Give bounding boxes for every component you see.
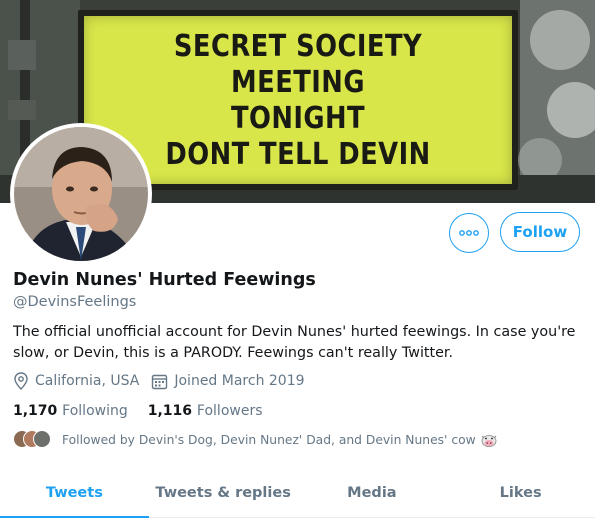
- cow-icon: [481, 435, 497, 447]
- follow-button[interactable]: Follow: [500, 212, 580, 252]
- more-dots-icon: [459, 230, 479, 236]
- sign-line: SECRET SOCIETY: [173, 29, 423, 64]
- more-options-button[interactable]: [449, 213, 489, 253]
- location-pin-icon: [14, 372, 28, 390]
- cow-avatar: [33, 430, 51, 448]
- display-name: Devin Nunes' Hurted Feewings: [13, 270, 316, 290]
- followers-label: Followers: [196, 403, 263, 419]
- followers-stat[interactable]: 1,116 Followers: [148, 403, 263, 419]
- location-item: California, USA: [13, 372, 139, 390]
- followed-by-row[interactable]: Followed by Devin's Dog, Devin Nunez' Da…: [13, 430, 498, 450]
- followed-by-text: Followed by Devin's Dog, Devin Nunez' Da…: [62, 433, 476, 447]
- sign-line: MEETING: [231, 65, 365, 100]
- profile-meta: California, USA Joined March 2019: [13, 372, 317, 390]
- location-text: California, USA: [35, 373, 140, 389]
- following-label: Following: [62, 403, 128, 419]
- sign-line: DONT TELL DEVIN: [165, 137, 431, 172]
- tab-media[interactable]: Media: [298, 468, 447, 517]
- joined-text: Joined March 2019: [174, 373, 305, 389]
- calendar-icon: [152, 374, 168, 389]
- avatar-photo: [14, 127, 148, 261]
- profile-bio: The official unofficial account for Devi…: [13, 324, 576, 361]
- tab-tweets-and-replies[interactable]: Tweets & replies: [149, 468, 298, 517]
- user-handle: @DevinsFeelings: [13, 294, 137, 310]
- tab-tweets[interactable]: Tweets: [0, 468, 149, 518]
- followed-by-avatars: [13, 430, 53, 450]
- sign-line: TONIGHT: [230, 101, 366, 136]
- joined-item: Joined March 2019: [151, 373, 305, 390]
- follow-stats: 1,170 Following 1,116 Followers: [13, 403, 283, 419]
- following-count: 1,170: [13, 403, 63, 419]
- following-stat[interactable]: 1,170 Following: [13, 403, 128, 419]
- profile-tabs: Tweets Tweets & replies Media Likes: [0, 468, 595, 518]
- followers-count: 1,116: [147, 403, 197, 419]
- profile-avatar[interactable]: [10, 123, 152, 265]
- tab-likes[interactable]: Likes: [446, 468, 595, 517]
